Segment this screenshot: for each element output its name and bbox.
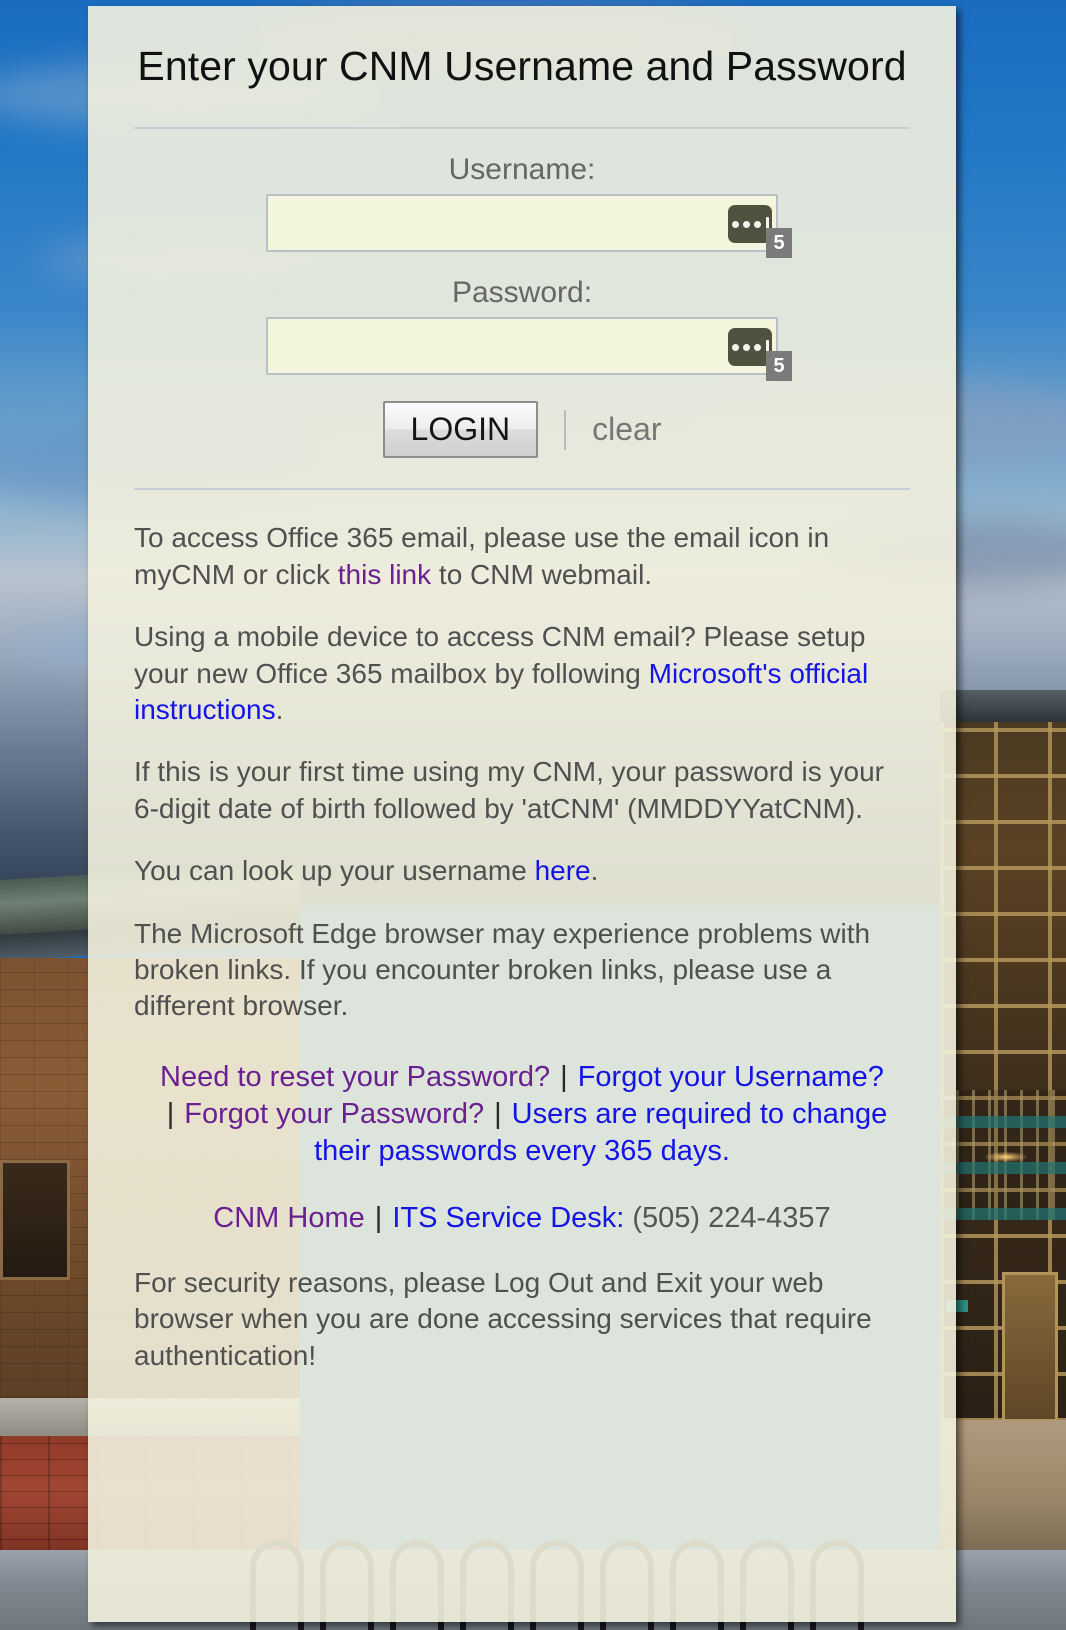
password-manager-count-badge[interactable]: 5 [766, 351, 792, 382]
right-building-roof [940, 690, 1066, 724]
forgot-password-link[interactable]: Forgot your Password? [184, 1098, 484, 1130]
info-text: . [590, 855, 599, 887]
form-actions: LOGIN clear [134, 401, 910, 459]
login-card: Enter your CNM Username and Password Use… [88, 6, 956, 1622]
page-title: Enter your CNM Username and Password [137, 43, 907, 89]
login-button[interactable]: LOGIN [382, 401, 539, 459]
help-links-row: Need to reset your Password? | Forgot your… [134, 1059, 910, 1170]
right-pavement [940, 1420, 1066, 1550]
forgot-username-link[interactable]: Forgot your Username? [578, 1061, 884, 1093]
info-text: . [275, 694, 284, 726]
info-paragraph-lookup-username: You can look up your username here. [134, 853, 910, 889]
contact-row: CNM Home | ITS Service Desk: (505) 224-4357 [134, 1202, 910, 1235]
username-field-wrapper: 5 [266, 194, 792, 259]
left-building-window [0, 1160, 70, 1280]
service-desk-phone: (505) 224-4357 [632, 1202, 831, 1235]
link-separator: | [494, 1097, 502, 1130]
security-notice: For security reasons, please Log Out and… [134, 1267, 872, 1371]
password-manager-count-badge[interactable]: 5 [766, 228, 792, 259]
divider-bottom [134, 488, 910, 491]
password-label: Password: [451, 276, 593, 310]
link-separator: | [166, 1097, 175, 1130]
webmail-link[interactable]: this link [338, 559, 431, 590]
username-input[interactable] [266, 194, 778, 253]
password-input[interactable] [266, 317, 778, 376]
interior-lamp-glow [985, 1152, 1027, 1162]
link-separator: | [374, 1202, 383, 1235]
reset-password-link[interactable]: Need to reset your Password? [160, 1061, 550, 1093]
username-lookup-link[interactable]: here [535, 855, 591, 886]
password-field-wrapper: 5 [266, 317, 792, 382]
info-text: You can look up your username [134, 855, 535, 887]
info-paragraph-mobile: Using a mobile device to access CNM emai… [134, 619, 910, 728]
info-paragraph-office365: To access Office 365 email, please use t… [134, 520, 910, 593]
action-separator [564, 409, 567, 450]
divider-top [134, 127, 910, 130]
info-paragraph-first-time: If this is your first time using my CNM,… [134, 756, 884, 824]
right-building-door [1002, 1272, 1058, 1422]
info-paragraph-edge-browser: The Microsoft Edge browser may experienc… [134, 917, 871, 1022]
info-text: to CNM webmail. [431, 558, 653, 590]
cnm-home-link[interactable]: CNM Home [213, 1202, 364, 1234]
link-separator: | [560, 1060, 568, 1093]
clear-link[interactable]: clear [592, 411, 661, 448]
username-label: Username: [448, 153, 596, 187]
its-service-desk-link[interactable]: ITS Service Desk: [392, 1202, 624, 1234]
